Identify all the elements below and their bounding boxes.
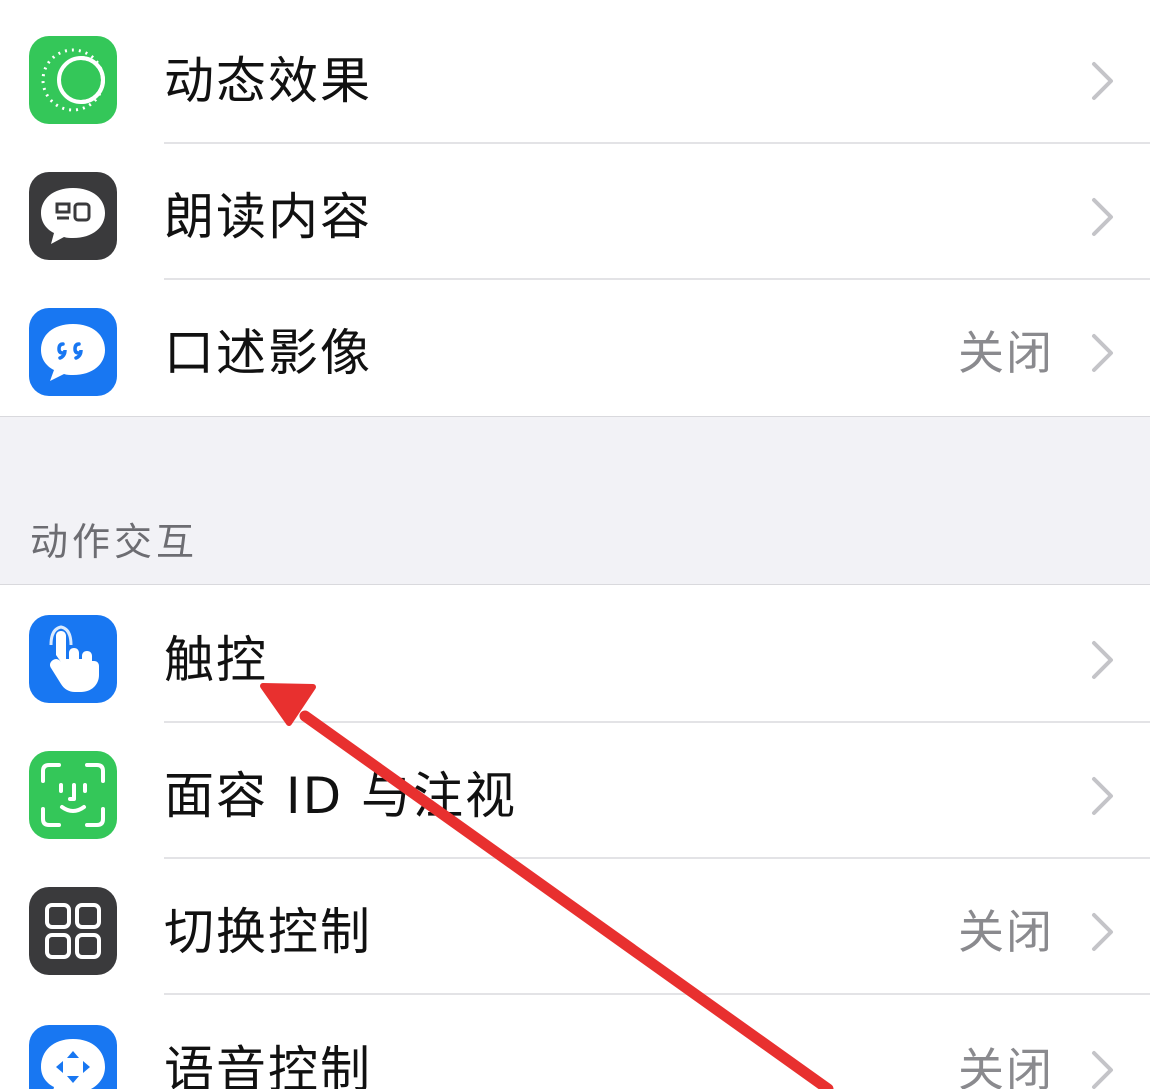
row-voice-control-value: 关闭 bbox=[958, 1043, 1054, 1089]
row-switch-control-label: 切换控制 bbox=[164, 903, 372, 961]
row-switch-control[interactable]: 切换控制 关闭 bbox=[0, 857, 1150, 995]
motion-icon bbox=[29, 36, 117, 124]
section-header-interaction: 动作交互 bbox=[30, 520, 199, 564]
row-voice-control-label: 语音控制 bbox=[164, 1041, 372, 1089]
row-audio-descriptions[interactable]: 口述影像 关闭 bbox=[0, 278, 1150, 416]
row-spoken-content-label: 朗读内容 bbox=[164, 188, 372, 246]
row-face-id[interactable]: 面容 ID 与注视 bbox=[0, 721, 1150, 859]
chevron-right-icon bbox=[1090, 775, 1116, 817]
vision-settings-group: 动态效果 朗读内容 口述影像 关闭 bbox=[0, 0, 1150, 417]
chevron-right-icon bbox=[1090, 332, 1116, 374]
row-touch-label: 触控 bbox=[164, 631, 268, 689]
row-motion[interactable]: 动态效果 bbox=[0, 6, 1150, 144]
row-audio-descriptions-value: 关闭 bbox=[958, 326, 1054, 380]
chevron-right-icon bbox=[1090, 639, 1116, 681]
row-face-id-label: 面容 ID 与注视 bbox=[164, 767, 518, 825]
audio-description-icon bbox=[29, 308, 117, 396]
row-motion-label: 动态效果 bbox=[164, 52, 372, 110]
switch-control-icon bbox=[29, 887, 117, 975]
face-id-icon bbox=[29, 751, 117, 839]
accessibility-settings-page: 动态效果 朗读内容 口述影像 关闭 动作交互 触控 面容 ID 与注视 切换控制… bbox=[0, 0, 1150, 1089]
speech-bubble-icon bbox=[29, 172, 117, 260]
voice-control-icon bbox=[29, 1025, 117, 1089]
chevron-right-icon bbox=[1090, 911, 1116, 953]
touch-hand-icon bbox=[29, 615, 117, 703]
row-audio-descriptions-label: 口述影像 bbox=[164, 324, 372, 382]
row-voice-control[interactable]: 语音控制 关闭 bbox=[0, 995, 1150, 1089]
row-spoken-content[interactable]: 朗读内容 bbox=[0, 142, 1150, 280]
row-switch-control-value: 关闭 bbox=[958, 905, 1054, 959]
chevron-right-icon bbox=[1090, 196, 1116, 238]
row-touch[interactable]: 触控 bbox=[0, 585, 1150, 723]
chevron-right-icon bbox=[1090, 1049, 1116, 1089]
chevron-right-icon bbox=[1090, 60, 1116, 102]
interaction-settings-group: 触控 面容 ID 与注视 切换控制 关闭 语音控制 关闭 bbox=[0, 584, 1150, 1089]
